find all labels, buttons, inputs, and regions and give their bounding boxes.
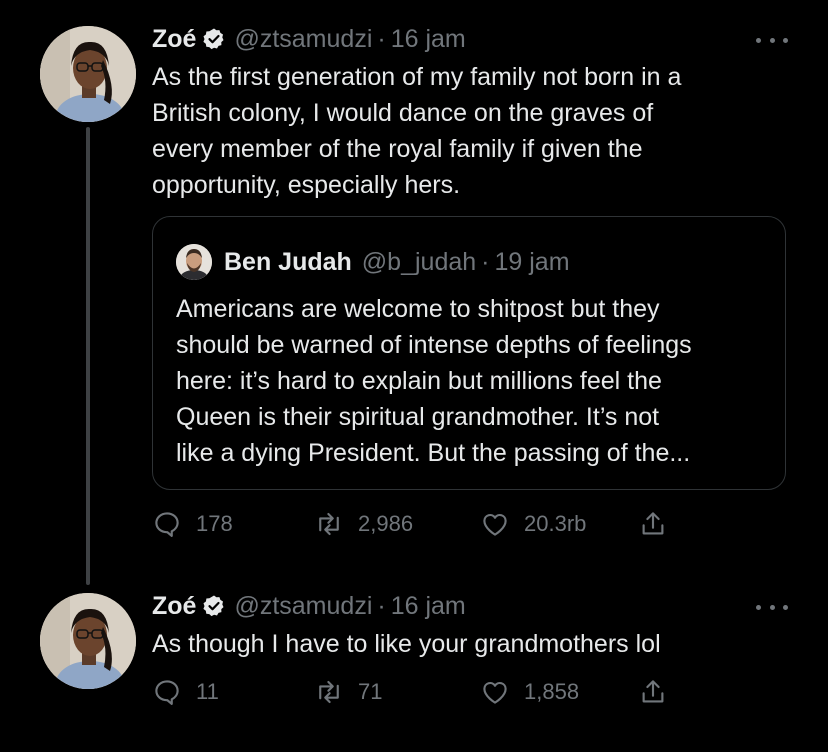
- more-dots-icon[interactable]: [756, 600, 788, 614]
- tweet-text: As though I have to like your grandmothe…: [152, 630, 661, 658]
- retweet-button[interactable]: 2,986: [314, 506, 413, 542]
- avatar[interactable]: [40, 593, 136, 689]
- tweet-header: Zoé @ztsamudzi · 16 jam: [152, 24, 466, 54]
- retweet-icon: [319, 512, 339, 536]
- reply-icon: [155, 680, 179, 705]
- like-count: 1,858: [524, 679, 580, 704]
- verified-badge-icon: [202, 27, 226, 51]
- handle[interactable]: @ztsamudzi: [234, 25, 372, 54]
- share-button[interactable]: [638, 506, 682, 542]
- thread-line: [86, 127, 90, 585]
- verified-badge-icon: [202, 594, 226, 618]
- timestamp[interactable]: 16 jam: [391, 592, 466, 621]
- display-name[interactable]: Zoé: [152, 592, 196, 621]
- retweet-button[interactable]: 71: [314, 674, 382, 710]
- reply-button[interactable]: 11: [152, 674, 219, 710]
- tweet-header: Zoé @ztsamudzi · 16 jam: [152, 591, 466, 621]
- share-icon: [642, 512, 664, 535]
- reply-button[interactable]: 178: [152, 506, 233, 542]
- handle[interactable]: @ztsamudzi: [234, 592, 372, 621]
- heart-icon: [483, 681, 507, 704]
- reply-icon: [155, 512, 179, 537]
- quote-display-name: Ben Judah: [224, 247, 352, 276]
- quote-tweet[interactable]: Ben Judah @b_judah · 19 jam Americans ar…: [152, 216, 786, 490]
- heart-icon: [483, 513, 507, 536]
- share-icon: [642, 680, 664, 703]
- timestamp[interactable]: 16 jam: [391, 25, 466, 54]
- quote-timestamp: 19 jam: [494, 247, 570, 276]
- action-bar: 178 2,986 20.3rb: [152, 506, 692, 542]
- like-count: 20.3rb: [524, 511, 587, 536]
- quote-separator: ·: [481, 247, 490, 276]
- like-button[interactable]: 1,858: [480, 674, 579, 710]
- quote-handle: @b_judah: [361, 247, 477, 276]
- quote-text: Americans are welcome to shitpost but th…: [176, 295, 692, 467]
- more-dots-icon[interactable]: [756, 33, 788, 47]
- separator: ·: [377, 24, 386, 53]
- quote-header: Ben Judah @b_judah · 19 jam: [176, 244, 570, 280]
- action-bar: 11 71 1,858: [152, 674, 692, 710]
- avatar[interactable]: [40, 26, 136, 122]
- like-button[interactable]: 20.3rb: [480, 506, 586, 542]
- display-name[interactable]: Zoé: [152, 25, 196, 54]
- separator: ·: [377, 591, 386, 620]
- quote-avatar: [176, 244, 212, 280]
- retweet-count: 2,986: [358, 511, 414, 536]
- share-button[interactable]: [638, 674, 682, 710]
- reply-count: 11: [196, 679, 219, 704]
- reply-count: 178: [196, 511, 233, 536]
- retweet-count: 71: [358, 679, 383, 704]
- tweet-text: As the first generation of my family not…: [152, 63, 682, 199]
- retweet-icon: [319, 680, 339, 704]
